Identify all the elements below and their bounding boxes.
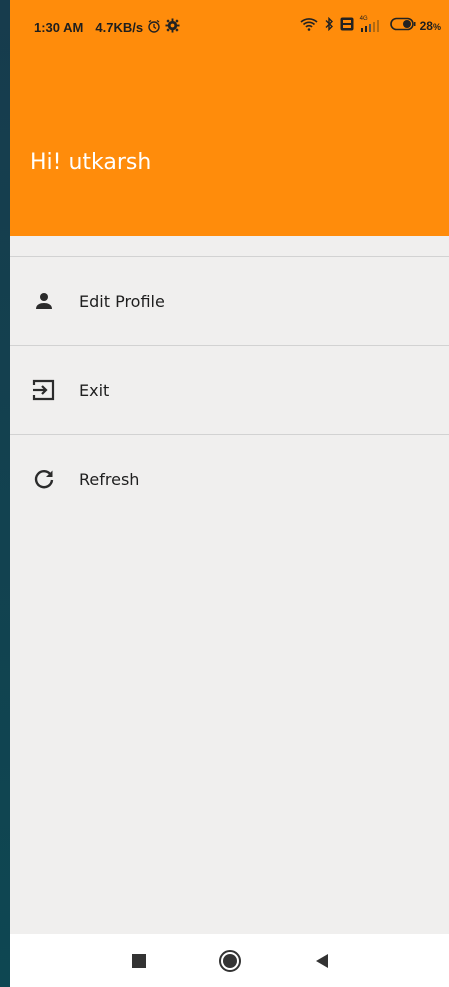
- wifi-icon: [300, 17, 318, 34]
- menu-item-exit[interactable]: Exit: [10, 346, 449, 434]
- navigation-drawer: 1:30 AM 4.7KB/s 4G 28 % Hi! utkarsh Edit…: [10, 0, 449, 987]
- battery-percent-sign: %: [432, 22, 441, 32]
- bluetooth-icon: [324, 16, 334, 34]
- menu-item-label: Exit: [79, 380, 110, 400]
- greeting-text: Hi! utkarsh: [30, 150, 152, 175]
- signal-icon: 4G: [360, 16, 384, 33]
- settings-icon: [165, 18, 180, 36]
- person-icon: [30, 287, 58, 315]
- refresh-icon: [30, 465, 58, 493]
- status-time: 1:30 AM: [34, 19, 84, 35]
- menu-item-label: Edit Profile: [79, 291, 165, 311]
- menu-item-refresh[interactable]: Refresh: [10, 435, 449, 523]
- status-bar: 1:30 AM 4.7KB/s 4G 28 %: [10, 0, 449, 54]
- menu-item-label: Refresh: [79, 469, 140, 489]
- exit-icon: [30, 376, 58, 404]
- battery-icon: [389, 17, 416, 34]
- battery-level: 28: [419, 18, 433, 33]
- system-navigation-bar: [10, 934, 449, 987]
- status-speed: 4.7KB/s: [95, 19, 144, 35]
- recent-apps-button[interactable]: [126, 948, 152, 974]
- back-button[interactable]: [309, 948, 335, 974]
- volte-icon: [340, 17, 354, 34]
- background-edge: [0, 0, 10, 987]
- menu-item-edit-profile[interactable]: Edit Profile: [10, 257, 449, 345]
- drawer-header: 1:30 AM 4.7KB/s 4G 28 % Hi! utkarsh: [10, 0, 449, 236]
- home-button[interactable]: [217, 948, 243, 974]
- alarm-icon: [147, 19, 161, 36]
